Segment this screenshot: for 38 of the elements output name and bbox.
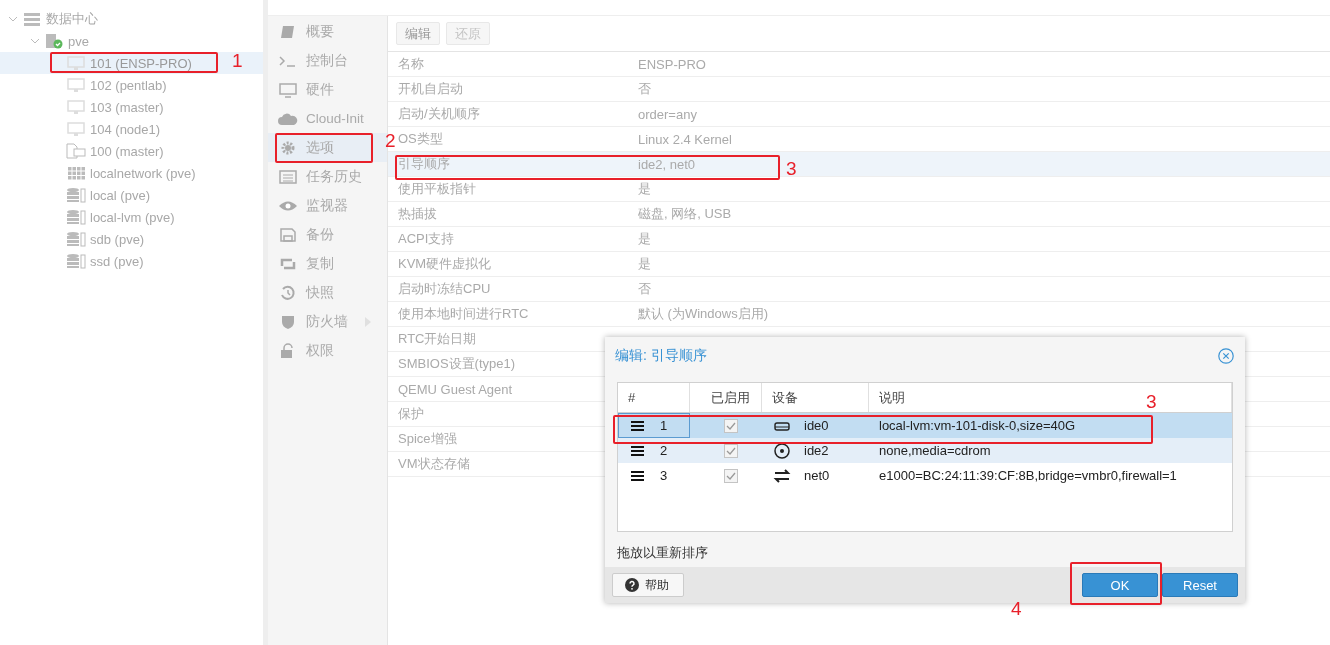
option-value: 否: [638, 80, 651, 98]
step-number: 3: [1146, 391, 1157, 413]
option-key: ACPI支持: [398, 230, 638, 248]
option-key: KVM硬件虚拟化: [398, 255, 638, 273]
device-name: ide2: [804, 443, 829, 458]
option-value: ENSP-PRO: [638, 56, 706, 72]
step-number: 3: [786, 158, 797, 180]
row-number: 1: [660, 418, 668, 433]
option-value: order=any: [638, 106, 697, 122]
option-value: 是: [638, 180, 651, 198]
option-key: 使用本地时间进行RTC: [398, 305, 638, 323]
description-cell-text: e1000=BC:24:11:39:CF:8B,bridge=vmbr0,firewall=1: [878, 467, 1178, 485]
option-key: 名称: [398, 55, 638, 73]
step-number: 1: [232, 50, 243, 72]
step-number: 2: [385, 130, 396, 152]
option-value: 是: [638, 230, 651, 248]
option-key: 启动时冻结CPU: [398, 280, 638, 298]
description-cell-text: local-lvm:vm-101-disk-0,size=40G: [878, 417, 1077, 435]
option-key: 热插拔: [398, 205, 638, 223]
option-key: OS类型: [398, 130, 638, 148]
option-key: RTC开始日期: [398, 330, 638, 348]
option-value: 磁盘, 网络, USB: [638, 205, 732, 223]
device-name: net0: [804, 468, 830, 483]
option-value: ide2, net0: [638, 156, 696, 172]
option-value: 是: [638, 255, 651, 273]
option-key: 开机自启动: [398, 80, 638, 98]
option-value: 默认 (为Windows启用): [638, 305, 768, 323]
description-cell-text: none,media=cdrom: [878, 442, 992, 460]
option-key: 引导顺序: [398, 155, 638, 173]
option-value: 否: [638, 280, 651, 298]
row-number: 3: [660, 468, 668, 483]
hint-text: 拖放以重新排序: [617, 544, 709, 562]
option-value: Linux 2.4 Kernel: [638, 131, 732, 147]
step-number: 4: [1011, 598, 1022, 620]
row-number: 2: [660, 443, 668, 458]
device-name: ide0: [804, 418, 829, 433]
option-key: 启动/关机顺序: [398, 105, 638, 123]
option-key: 使用平板指针: [398, 180, 638, 198]
